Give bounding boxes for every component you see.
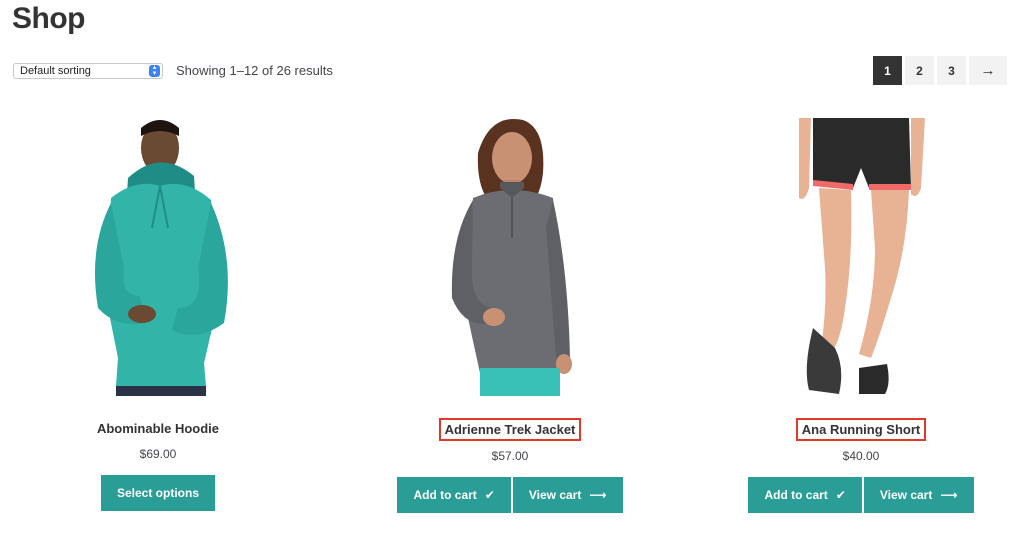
button-label: Add to cart <box>764 488 828 502</box>
select-options-button[interactable]: Select options <box>100 475 215 511</box>
product-price: $57.00 <box>491 449 529 463</box>
page-1-button[interactable]: 1 <box>873 56 902 85</box>
product-price: $40.00 <box>842 449 880 463</box>
arrow-right-icon: ⟶ <box>940 488 958 502</box>
button-label: View cart <box>879 488 933 502</box>
checkmark-icon: ✔ <box>835 488 846 502</box>
shorts-figure <box>778 118 944 396</box>
page-3-button[interactable]: 3 <box>937 56 966 85</box>
hoodie-figure <box>75 118 241 396</box>
select-arrows-icon: ▴ ▾ <box>149 64 160 77</box>
product-name[interactable]: Ana Running Short <box>795 418 927 441</box>
checkmark-icon: ✔ <box>484 488 495 502</box>
product-card: Adrienne Trek Jacket $57.00 Add to cart … <box>345 118 675 513</box>
page-2-button[interactable]: 2 <box>905 56 934 85</box>
product-card: Abominable Hoodie $69.00 Select options <box>0 118 323 511</box>
product-price: $69.00 <box>139 447 177 461</box>
result-count: Showing 1–12 of 26 results <box>176 63 333 78</box>
button-label: View cart <box>528 488 582 502</box>
view-cart-button[interactable]: View cart ⟶ <box>512 477 623 513</box>
arrow-right-icon: ⟶ <box>589 488 607 502</box>
next-page-button[interactable]: → <box>969 56 1007 85</box>
page-title: Shop <box>12 2 86 35</box>
sorting-value: Default sorting <box>20 65 91 77</box>
view-cart-button[interactable]: View cart ⟶ <box>863 477 974 513</box>
add-to-cart-button[interactable]: Add to cart ✔ <box>748 477 862 513</box>
product-image-shorts[interactable] <box>778 118 944 396</box>
product-card: Ana Running Short $40.00 Add to cart ✔ V… <box>696 118 1023 513</box>
pagination: 1 2 3 → <box>873 56 1007 85</box>
product-name[interactable]: Adrienne Trek Jacket <box>438 418 582 441</box>
product-name[interactable]: Abominable Hoodie <box>93 418 223 439</box>
button-label: Select options <box>116 486 199 500</box>
button-label: Add to cart <box>413 488 477 502</box>
jacket-figure <box>427 118 593 396</box>
sorting-select[interactable]: Default sorting ▴ ▾ <box>13 63 163 79</box>
add-to-cart-button[interactable]: Add to cart ✔ <box>397 477 511 513</box>
product-image-jacket[interactable] <box>427 118 593 396</box>
product-image-hoodie[interactable] <box>75 118 241 396</box>
